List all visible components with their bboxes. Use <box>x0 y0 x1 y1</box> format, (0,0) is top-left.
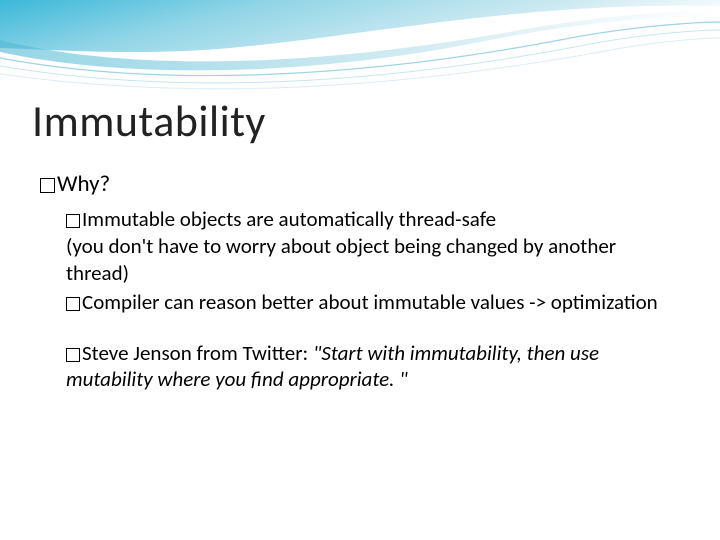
bullet-box-icon <box>66 348 80 362</box>
bullet-text: Compiler can reason better about immutab… <box>82 289 658 315</box>
bullet-text: Why? <box>57 170 110 198</box>
bullet-box-icon <box>66 297 80 311</box>
bullet-box-icon <box>66 214 80 228</box>
bullet-level2: Steve Jenson from Twitter: "Start with i… <box>66 340 680 394</box>
bullet-box-icon <box>40 178 55 193</box>
bullet-continuation: (you don't have to worry about object be… <box>66 233 616 286</box>
slide-body: Why? Immutable objects are automatically… <box>40 170 680 395</box>
slide-content: Immutability Why? Immutable objects are … <box>0 0 720 540</box>
bullet-level2: Immutable objects are automatically thre… <box>66 206 680 287</box>
bullet-level1: Why? <box>40 170 680 198</box>
bullet-text: Immutable objects are automatically thre… <box>82 206 496 232</box>
bullet-text: Steve Jenson from Twitter: <box>82 340 313 366</box>
slide-title: Immutability <box>32 94 266 148</box>
bullet-level2: Compiler can reason better about immutab… <box>66 289 680 316</box>
